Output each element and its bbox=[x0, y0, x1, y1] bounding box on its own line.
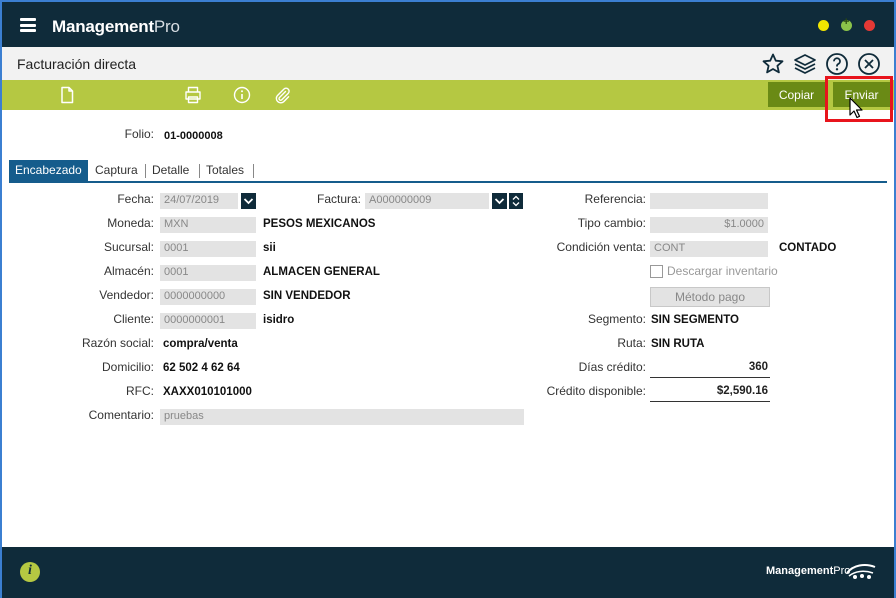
action-toolbar: Copiar Enviar bbox=[2, 80, 894, 110]
factura-dropdown-icon[interactable] bbox=[492, 193, 507, 209]
page-header: Facturación directa bbox=[2, 47, 894, 80]
moneda-name: PESOS MEXICANOS bbox=[263, 218, 376, 230]
vendedor-label: Vendedor: bbox=[99, 288, 154, 302]
tab-encabezado[interactable]: Encabezado bbox=[9, 160, 88, 182]
sucursal-code-field[interactable]: 0001 bbox=[160, 241, 256, 257]
domicilio-value: 62 502 4 62 64 bbox=[163, 362, 240, 374]
tab-underline bbox=[9, 181, 887, 183]
domicilio-label: Domicilio: bbox=[101, 360, 154, 374]
fecha-dropdown-icon[interactable] bbox=[241, 193, 256, 209]
referencia-label: Referencia: bbox=[584, 192, 646, 206]
help-icon[interactable] bbox=[825, 52, 849, 76]
metodo-pago-button[interactable]: Método pago bbox=[650, 287, 770, 307]
print-icon[interactable] bbox=[184, 86, 202, 104]
page-title: Facturación directa bbox=[17, 56, 137, 72]
close-circle-icon[interactable] bbox=[857, 52, 881, 76]
comentario-field[interactable]: pruebas bbox=[160, 409, 524, 425]
ruta-value: SIN RUTA bbox=[651, 338, 705, 350]
vendedor-code-field[interactable]: 0000000000 bbox=[160, 289, 256, 305]
layers-icon[interactable] bbox=[793, 52, 817, 76]
info-icon[interactable] bbox=[233, 86, 251, 104]
tipo-cambio-field[interactable]: $1.0000 bbox=[650, 217, 768, 233]
factura-field[interactable]: A000000009 bbox=[365, 193, 489, 209]
close-window-button[interactable] bbox=[864, 20, 875, 31]
descargar-inventario-checkbox[interactable] bbox=[650, 265, 663, 278]
condicion-venta-name: CONTADO bbox=[779, 242, 837, 254]
app-title: ManagementPro bbox=[52, 17, 180, 37]
app-footer: i ManagementPro bbox=[2, 547, 894, 598]
maximize-button[interactable] bbox=[841, 16, 852, 31]
factura-label: Factura: bbox=[316, 192, 361, 206]
app-title-suffix: Pro bbox=[153, 17, 180, 36]
hamburger-icon[interactable] bbox=[20, 18, 36, 32]
copy-button[interactable]: Copiar bbox=[768, 82, 825, 107]
descargar-inventario-label: Descargar inventario bbox=[667, 264, 778, 278]
footer-brand-main: Management bbox=[766, 565, 834, 577]
comentario-label: Comentario: bbox=[88, 408, 154, 422]
credito-disponible-value: $2,590.16 bbox=[716, 385, 768, 397]
footer-info-icon[interactable]: i bbox=[20, 562, 40, 582]
dias-credito-label: Días crédito: bbox=[578, 360, 646, 374]
dias-credito-value: 360 bbox=[748, 361, 768, 373]
fecha-label: Fecha: bbox=[117, 192, 154, 206]
tipo-cambio-label: Tipo cambio: bbox=[577, 216, 646, 230]
condicion-venta-code-field[interactable]: CONT bbox=[650, 241, 768, 257]
segmento-value: SIN SEGMENTO bbox=[651, 314, 739, 326]
segmento-label: Segmento: bbox=[587, 312, 646, 326]
ruta-label: Ruta: bbox=[617, 336, 646, 350]
new-document-icon[interactable] bbox=[58, 86, 76, 104]
rfc-label: RFC: bbox=[126, 384, 154, 398]
cliente-code-field[interactable]: 0000000001 bbox=[160, 313, 256, 329]
moneda-label: Moneda: bbox=[107, 216, 154, 230]
folio-label: Folio: bbox=[124, 127, 154, 141]
rfc-value: XAXX010101000 bbox=[163, 386, 252, 398]
tab-totales[interactable]: Totales bbox=[200, 160, 250, 182]
razon-social-value: compra/venta bbox=[163, 338, 238, 350]
tab-detalle[interactable]: Detalle bbox=[146, 160, 195, 182]
almacen-code-field[interactable]: 0001 bbox=[160, 265, 256, 281]
tab-captura[interactable]: Captura bbox=[89, 160, 144, 182]
dias-credito-underline bbox=[650, 377, 770, 378]
footer-logo-icon bbox=[846, 564, 876, 579]
star-icon[interactable] bbox=[761, 52, 785, 76]
sucursal-name: sii bbox=[263, 242, 276, 254]
sucursal-label: Sucursal: bbox=[103, 240, 154, 254]
almacen-label: Almacén: bbox=[103, 264, 154, 278]
credito-disponible-label: Crédito disponible: bbox=[546, 384, 646, 398]
razon-social-label: Razón social: bbox=[81, 336, 154, 350]
app-title-main: Management bbox=[52, 17, 154, 36]
folio-field[interactable]: 01-0000008 bbox=[160, 129, 256, 145]
cliente-name: isidro bbox=[263, 314, 295, 326]
condicion-venta-label: Condición venta: bbox=[556, 240, 646, 254]
credito-disponible-underline bbox=[650, 401, 770, 402]
attach-icon[interactable] bbox=[273, 86, 291, 104]
app-titlebar: ManagementPro bbox=[2, 2, 894, 47]
cliente-label: Cliente: bbox=[113, 312, 154, 326]
minimize-button[interactable] bbox=[818, 20, 829, 31]
footer-brand: ManagementPro bbox=[766, 565, 850, 577]
almacen-name: ALMACEN GENERAL bbox=[263, 266, 380, 278]
vendedor-name: SIN VENDEDOR bbox=[263, 290, 351, 302]
referencia-field[interactable] bbox=[650, 193, 768, 209]
tab-separator bbox=[253, 164, 254, 178]
cursor-icon bbox=[849, 97, 863, 119]
moneda-code-field[interactable]: MXN bbox=[160, 217, 256, 233]
fecha-field[interactable]: 24/07/2019 bbox=[160, 193, 238, 209]
